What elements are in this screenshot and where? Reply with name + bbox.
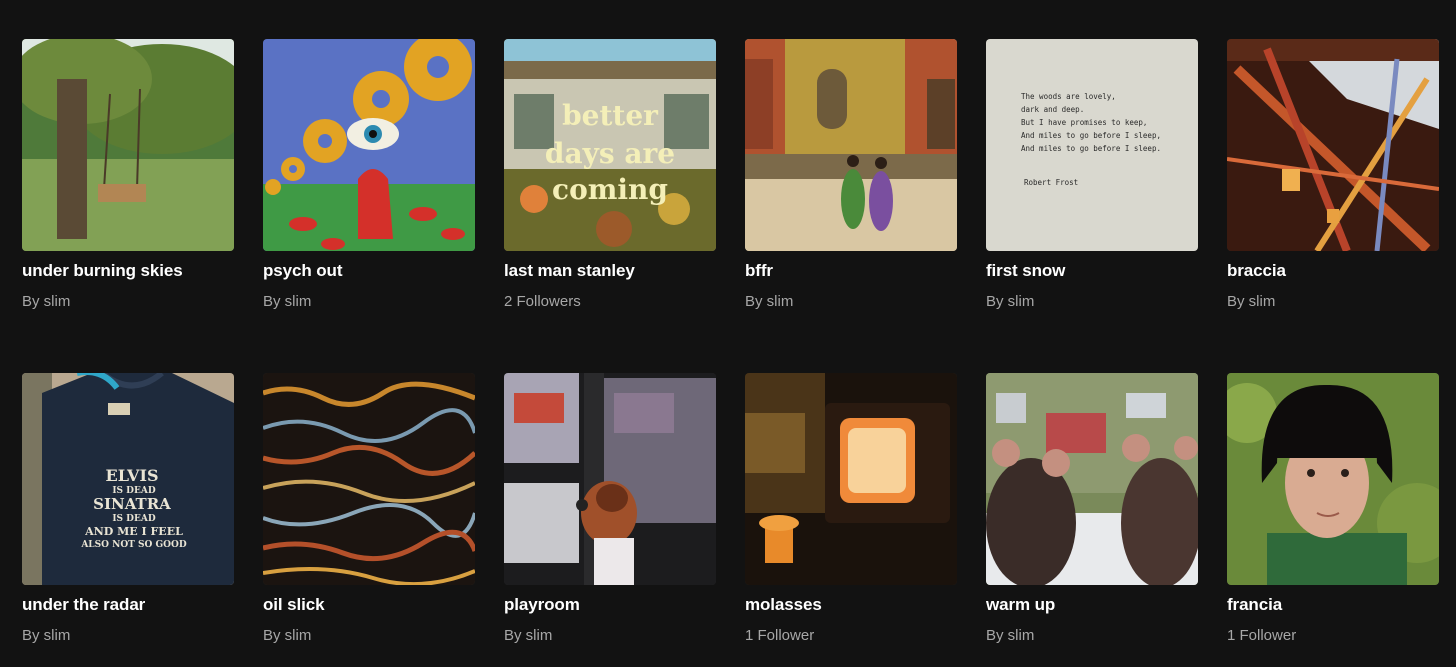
playlist-subtitle: 2 Followers <box>504 293 581 310</box>
art-overlay-text: dark and deep. <box>1021 105 1084 114</box>
art-overlay-text: And miles to go before I sleep. <box>1021 144 1161 153</box>
playlist-title[interactable]: playroom <box>504 595 716 615</box>
playlist-cover-image[interactable]: The woods are lovely, dark and deep. But… <box>986 39 1198 251</box>
art-overlay-text: AND ME I FEEL <box>84 525 183 538</box>
playlist-card[interactable]: bffr By slim <box>745 39 957 329</box>
playlist-cover-image[interactable] <box>745 373 957 585</box>
playlist-cover-image[interactable] <box>745 39 957 251</box>
playlist-cover-image[interactable] <box>1227 373 1439 585</box>
playlist-title[interactable]: bffr <box>745 261 957 281</box>
playlist-cover-image[interactable] <box>22 39 234 251</box>
art-overlay-text: ALSO NOT SO GOOD <box>80 540 187 550</box>
playlist-title[interactable]: braccia <box>1227 261 1439 281</box>
playlist-card[interactable]: francia 1 Follower <box>1227 373 1439 663</box>
art-overlay-text: SINATRA <box>93 495 171 513</box>
playlist-card[interactable]: braccia By slim <box>1227 39 1439 329</box>
playlist-title[interactable]: last man stanley <box>504 261 716 281</box>
art-overlay-text: ELVIS <box>106 466 159 485</box>
playlist-card[interactable]: playroom By slim <box>504 373 716 663</box>
art-overlay-text: days are <box>545 137 675 170</box>
playlist-card[interactable]: oil slick By slim <box>263 373 475 663</box>
playlist-title[interactable]: under the radar <box>22 595 234 615</box>
playlist-title[interactable]: molasses <box>745 595 957 615</box>
playlist-cover-image[interactable] <box>263 39 475 251</box>
playlist-subtitle: By slim <box>1227 293 1276 310</box>
playlist-subtitle: 1 Follower <box>1227 627 1297 644</box>
playlist-cover-image[interactable] <box>986 373 1198 585</box>
playlist-subtitle: By slim <box>745 293 794 310</box>
playlist-subtitle: By slim <box>22 627 71 644</box>
playlist-subtitle: By slim <box>504 627 553 644</box>
art-overlay-text: The woods are lovely, <box>1021 92 1116 101</box>
art-overlay-text: Robert Frost <box>1024 178 1078 187</box>
playlist-title[interactable]: first snow <box>986 261 1198 281</box>
playlist-card[interactable]: ELVIS IS DEAD SINATRA IS DEAD AND ME I F… <box>22 373 234 663</box>
art-overlay-text: IS DEAD <box>112 514 155 524</box>
playlist-card[interactable]: The woods are lovely, dark and deep. But… <box>986 39 1198 329</box>
playlist-subtitle: By slim <box>986 293 1035 310</box>
playlist-card[interactable]: warm up By slim <box>986 373 1198 663</box>
playlist-subtitle: By slim <box>263 627 312 644</box>
art-overlay-text: But I have promises to keep, <box>1021 118 1147 127</box>
playlist-subtitle: By slim <box>263 293 312 310</box>
playlist-cover-image[interactable] <box>1227 39 1439 251</box>
playlist-cover-image[interactable] <box>263 373 475 585</box>
playlist-subtitle: By slim <box>22 293 71 310</box>
playlist-subtitle: By slim <box>986 627 1035 644</box>
playlist-cover-image[interactable] <box>504 373 716 585</box>
playlist-subtitle: 1 Follower <box>745 627 815 644</box>
playlist-title[interactable]: francia <box>1227 595 1439 615</box>
playlist-title[interactable]: psych out <box>263 261 475 281</box>
playlist-card[interactable]: psych out By slim <box>263 39 475 329</box>
playlist-card[interactable]: better days are coming last man stanley … <box>504 39 716 329</box>
playlist-cover-image[interactable]: better days are coming <box>504 39 716 251</box>
playlist-grid: under burning skies By slim psych out By… <box>0 0 1456 667</box>
playlist-title[interactable]: oil slick <box>263 595 475 615</box>
art-overlay-text: coming <box>552 173 668 206</box>
art-overlay-text: And miles to go before I sleep, <box>1021 131 1161 140</box>
playlist-card[interactable]: molasses 1 Follower <box>745 373 957 663</box>
playlist-card[interactable]: under burning skies By slim <box>22 39 234 329</box>
art-overlay-text: better <box>562 99 659 132</box>
playlist-title[interactable]: warm up <box>986 595 1198 615</box>
playlist-title[interactable]: under burning skies <box>22 261 234 281</box>
playlist-cover-image[interactable]: ELVIS IS DEAD SINATRA IS DEAD AND ME I F… <box>22 373 234 585</box>
